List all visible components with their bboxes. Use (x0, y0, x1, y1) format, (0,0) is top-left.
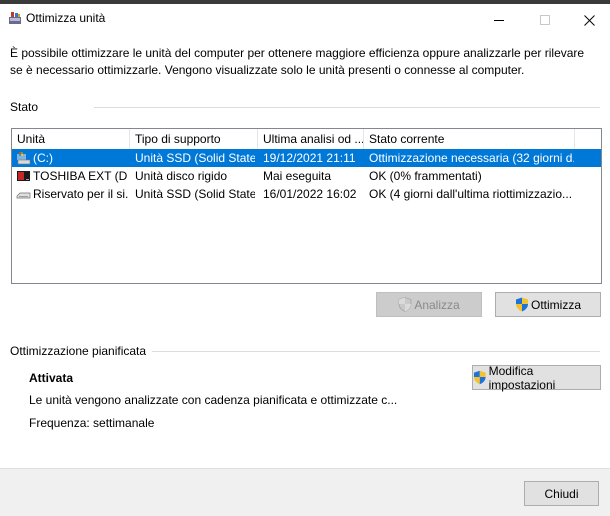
drive-last-run: Mai eseguita (263, 169, 332, 183)
scheduled-group-label: Ottimizzazione pianificata (10, 344, 147, 358)
status-group-label: Stato (10, 100, 39, 114)
optimize-button[interactable]: Ottimizza (495, 292, 601, 317)
drive-name: (C:) (33, 151, 53, 165)
drive-icon (16, 192, 31, 199)
close-button[interactable]: Chiudi (524, 481, 599, 506)
optimize-button-label: Ottimizza (530, 297, 581, 312)
drive-row-c[interactable]: (C:) Unità SSD (Solid State... 19/12/202… (12, 149, 601, 167)
schedule-description: Le unità vengono analizzate con cadenza … (29, 393, 398, 407)
footer-bar: Chiudi (0, 468, 610, 516)
analyze-button[interactable]: Analizza (376, 292, 482, 317)
drive-current-status: Ottimizzazione necessaria (32 giorni d..… (369, 151, 574, 165)
list-header: Unità Tipo di supporto Ultima analisi od… (12, 129, 601, 149)
column-header-drive[interactable]: Unità (12, 129, 130, 149)
scheduled-group-divider (152, 351, 600, 352)
drive-row-d[interactable]: TOSHIBA EXT (D:) Unità disco rigido Mai … (12, 167, 601, 185)
change-settings-label: Modifica impostazioni (488, 363, 556, 392)
drive-media-type: Unità disco rigido (135, 169, 228, 183)
close-icon (583, 14, 595, 26)
close-button-label: Chiudi (544, 486, 579, 501)
maximize-icon (540, 15, 550, 25)
external-drive-icon (17, 171, 30, 181)
column-header-last-run[interactable]: Ultima analisi od ... (258, 129, 364, 149)
change-settings-button[interactable]: Modifica impostazioni (472, 363, 601, 392)
drive-row-reserved[interactable]: Riservato per il si... Unità SSD (Solid … (12, 185, 601, 203)
analyze-button-label: Analizza (414, 297, 460, 312)
maximize-button[interactable] (522, 8, 568, 32)
column-header-current-status[interactable]: Stato corrente (364, 129, 575, 149)
uac-shield-icon (399, 297, 412, 312)
drive-name: Riservato per il si... (33, 187, 128, 201)
drive-current-status: OK (0% frammentati) (369, 169, 482, 183)
schedule-frequency: Frequenza: settimanale (29, 416, 155, 430)
column-header-media-type[interactable]: Tipo di supporto (130, 129, 258, 149)
minimize-button[interactable] (476, 8, 522, 32)
uac-shield-icon (515, 297, 528, 312)
uac-shield-icon (473, 370, 486, 385)
close-window-button[interactable] (566, 8, 610, 32)
title-bar[interactable]: Ottimizza unità (0, 4, 610, 32)
schedule-status: Attivata (29, 371, 74, 385)
ssd-drive-icon (17, 152, 31, 165)
drive-media-type: Unità SSD (Solid State... (135, 151, 255, 165)
drive-current-status: OK (4 giorni dall'ultima riottimizzazio.… (369, 187, 573, 201)
drive-last-run: 19/12/2021 21:11 (263, 151, 356, 165)
description-text: È possibile ottimizzare le unità del com… (10, 46, 585, 77)
optimize-drives-app-icon (9, 12, 21, 24)
status-group-divider (94, 107, 600, 108)
drives-list[interactable]: Unità Tipo di supporto Ultima analisi od… (11, 128, 602, 284)
window-title: Ottimizza unità (26, 11, 106, 25)
minimize-icon (494, 20, 504, 21)
drive-media-type: Unità SSD (Solid State... (135, 187, 255, 201)
drive-name: TOSHIBA EXT (D:) (33, 169, 128, 183)
drive-last-run: 16/01/2022 16:02 (263, 187, 357, 201)
